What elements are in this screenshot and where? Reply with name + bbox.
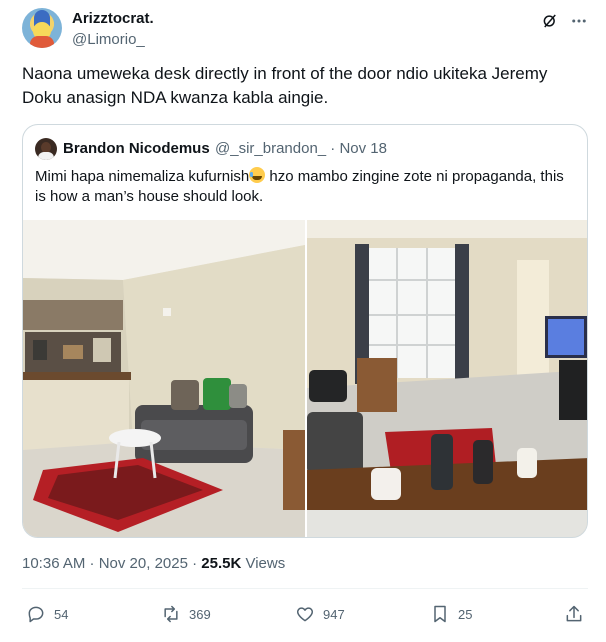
laughing-emoji-icon [249, 167, 266, 183]
repost-count: 369 [189, 606, 211, 622]
repost-button[interactable]: 369 [161, 604, 211, 624]
reply-icon [28, 606, 44, 623]
like-icon [296, 607, 314, 622]
reply-button[interactable]: 54 [26, 604, 68, 624]
quoted-tweet[interactable]: Brandon Nicodemus @_sir_brandon_ · Nov 1… [22, 124, 588, 538]
bookmark-icon [434, 605, 446, 623]
quote-author-handle: @_sir_brandon_ · Nov 18 [215, 140, 387, 157]
tweet-text: Naona umeweka desk directly in front of … [22, 64, 548, 107]
author-name[interactable]: Arizztocrat. [72, 10, 154, 27]
share-icon [566, 605, 582, 622]
repost-icon [164, 605, 178, 623]
like-button[interactable]: 947 [295, 604, 345, 624]
share-button[interactable] [564, 604, 584, 624]
views-label: Views [241, 555, 286, 572]
quote-avatar [35, 138, 57, 160]
quote-text: Mimi hapa nimemaliza kufurnish hzo mambo… [35, 167, 575, 207]
living-room-photo[interactable] [23, 220, 305, 538]
like-count: 947 [323, 606, 345, 622]
tweet-meta: 10:36 AM · Nov 20, 2025 · 25.5K Views [22, 555, 285, 572]
views-count: 25.5K [201, 555, 242, 572]
author-avatar[interactable] [22, 8, 62, 48]
grok-icon[interactable] [541, 12, 559, 30]
reply-count: 54 [54, 606, 69, 622]
divider [22, 588, 588, 589]
bookmark-button[interactable]: 25 [430, 604, 472, 624]
author-handle[interactable]: @Limorio_ [72, 31, 145, 48]
more-icon[interactable] [570, 12, 588, 30]
tweet: Arizztocrat. @Limorio_ Naona umeweka des… [0, 0, 606, 642]
quote-text-start: Mimi hapa nimemaliza kufurnish [35, 168, 250, 185]
timestamp[interactable]: 10:36 AM · Nov 20, 2025 · [22, 555, 201, 572]
bookmark-count: 25 [458, 606, 473, 622]
quote-author-name: Brandon Nicodemus [63, 140, 210, 157]
window-room-photo[interactable] [307, 220, 588, 538]
